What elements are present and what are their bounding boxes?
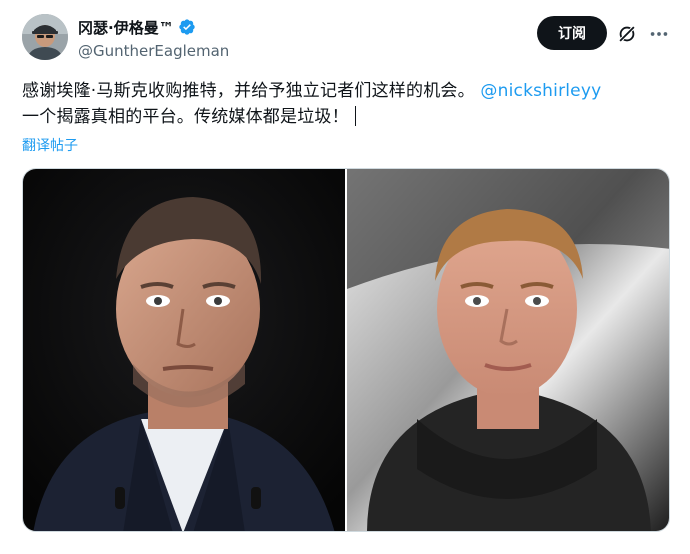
tweet-text-part2: 一个揭露真相的平台。传统媒体都是垃圾！: [22, 107, 349, 127]
mention-link[interactable]: @nickshirleyy: [480, 81, 601, 101]
translate-post-link[interactable]: 翻译帖子: [22, 135, 78, 155]
author-names: 冈瑟·伊格曼™ @GuntherEagleman: [78, 17, 229, 61]
portrait-young-man-hoodie-image: [347, 169, 669, 531]
display-name-row: 冈瑟·伊格曼™: [78, 17, 229, 37]
author-avatar[interactable]: [22, 14, 68, 60]
tweet-text-part1: 感谢埃隆·马斯克收购推特，并给予独立记者们这样的机会。: [22, 81, 475, 101]
portrait-man-suit-image: [23, 169, 345, 531]
tweet-body: 感谢埃隆·马斯克收购推特，并给予独立记者们这样的机会。 @nickshirley…: [22, 78, 670, 130]
avatar-image: [22, 14, 68, 60]
tweet-media[interactable]: [22, 168, 670, 532]
subscribe-button[interactable]: 订阅: [537, 16, 607, 50]
media-photo-right[interactable]: [347, 169, 669, 531]
verified-badge-icon[interactable]: [178, 18, 196, 36]
tweet-header: 冈瑟·伊格曼™ @GuntherEagleman 订阅: [22, 14, 672, 62]
more-dots-icon[interactable]: [648, 23, 670, 45]
author-handle[interactable]: @GuntherEagleman: [78, 42, 229, 60]
text-caret: [354, 106, 356, 126]
grok-slash-icon[interactable]: [616, 23, 638, 45]
media-photo-left[interactable]: [23, 169, 345, 531]
author-display-name[interactable]: 冈瑟·伊格曼™: [78, 17, 174, 38]
